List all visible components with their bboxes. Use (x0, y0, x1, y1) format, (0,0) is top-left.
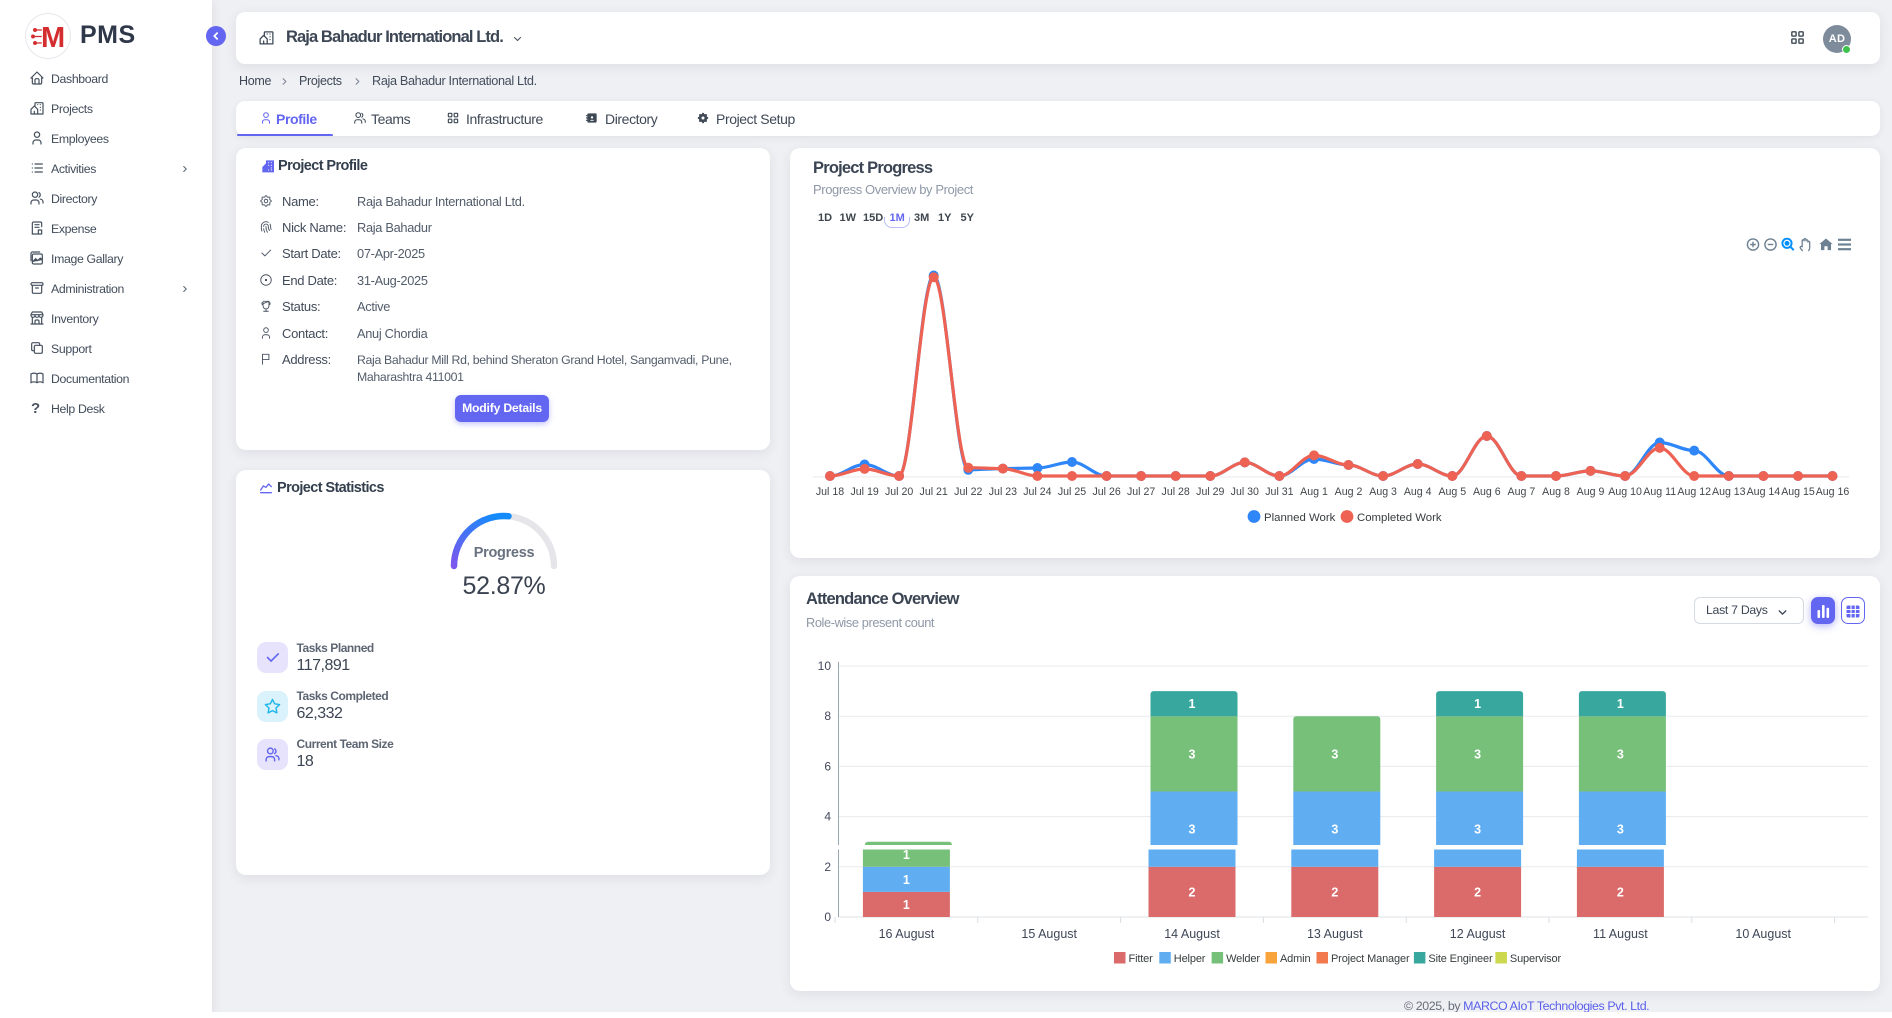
svg-text:Helper: Helper (1174, 953, 1206, 965)
svg-text:3: 3 (1474, 823, 1481, 837)
svg-text:Jul 29: Jul 29 (1196, 486, 1224, 498)
svg-text:3: 3 (1189, 747, 1196, 761)
svg-text:Aug 9: Aug 9 (1577, 486, 1605, 498)
svg-text:Jul 28: Jul 28 (1162, 486, 1190, 498)
svg-text:1: 1 (903, 898, 910, 912)
svg-text:3: 3 (1474, 747, 1481, 761)
svg-text:16 August: 16 August (879, 927, 935, 941)
svg-text:Jul 21: Jul 21 (920, 486, 948, 498)
svg-text:Aug 3: Aug 3 (1369, 486, 1397, 498)
svg-text:1: 1 (903, 873, 910, 887)
svg-text:2: 2 (1331, 885, 1338, 899)
svg-text:Aug 4: Aug 4 (1404, 486, 1432, 498)
svg-text:14 August: 14 August (1164, 927, 1220, 941)
svg-text:Aug 11: Aug 11 (1643, 486, 1676, 498)
svg-text:Welder: Welder (1226, 953, 1260, 965)
svg-text:Jul 24: Jul 24 (1023, 486, 1051, 498)
svg-text:Jul 23: Jul 23 (989, 486, 1017, 498)
svg-text:Aug 6: Aug 6 (1473, 486, 1501, 498)
svg-text:8: 8 (824, 709, 831, 723)
svg-text:Site Engineer: Site Engineer (1428, 953, 1493, 965)
svg-text:Jul 26: Jul 26 (1092, 486, 1120, 498)
svg-text:Aug 8: Aug 8 (1542, 486, 1570, 498)
svg-text:Jul 25: Jul 25 (1058, 486, 1086, 498)
svg-text:13 August: 13 August (1307, 927, 1363, 941)
svg-text:2: 2 (1189, 885, 1196, 899)
svg-text:11 August: 11 August (1593, 927, 1648, 941)
svg-text:1: 1 (903, 848, 910, 862)
svg-text:6: 6 (824, 759, 831, 773)
svg-text:Aug 5: Aug 5 (1438, 486, 1466, 498)
svg-text:Aug 15: Aug 15 (1781, 486, 1815, 498)
svg-text:Jul 18: Jul 18 (816, 486, 844, 498)
svg-text:Jul 30: Jul 30 (1231, 486, 1259, 498)
svg-text:4: 4 (824, 810, 831, 824)
svg-text:Project Manager: Project Manager (1331, 953, 1410, 965)
svg-text:1: 1 (1474, 697, 1481, 711)
svg-text:3: 3 (1617, 823, 1624, 837)
svg-text:Aug 1: Aug 1 (1300, 486, 1328, 498)
svg-text:Jul 20: Jul 20 (885, 486, 913, 498)
svg-text:3: 3 (1617, 747, 1624, 761)
svg-text:Jul 31: Jul 31 (1265, 486, 1293, 498)
svg-text:Admin: Admin (1280, 953, 1310, 965)
svg-text:Aug 12: Aug 12 (1677, 486, 1711, 498)
svg-text:1: 1 (1189, 697, 1196, 711)
svg-text:Jul 22: Jul 22 (954, 486, 982, 498)
svg-text:10: 10 (818, 659, 832, 673)
svg-text:Planned Work: Planned Work (1264, 512, 1336, 524)
svg-text:10 August: 10 August (1735, 927, 1791, 941)
svg-text:3: 3 (1331, 747, 1338, 761)
svg-text:2: 2 (1617, 885, 1624, 899)
svg-text:1: 1 (1617, 697, 1624, 711)
svg-text:0: 0 (824, 910, 831, 924)
svg-text:12 August: 12 August (1450, 927, 1506, 941)
svg-text:2: 2 (1474, 885, 1481, 899)
svg-text:M: M (41, 22, 65, 54)
svg-text:Supervisor: Supervisor (1510, 953, 1562, 965)
svg-text:3: 3 (1189, 823, 1196, 837)
svg-text:15 August: 15 August (1021, 927, 1077, 941)
svg-text:3: 3 (1331, 823, 1338, 837)
svg-text:Aug 13: Aug 13 (1712, 486, 1746, 498)
svg-text:Aug 10: Aug 10 (1608, 486, 1642, 498)
svg-text:Aug 2: Aug 2 (1335, 486, 1363, 498)
svg-text:Completed Work: Completed Work (1357, 512, 1442, 524)
svg-text:Aug 16: Aug 16 (1816, 486, 1850, 498)
svg-text:Jul 19: Jul 19 (850, 486, 878, 498)
svg-text:Aug 7: Aug 7 (1508, 486, 1536, 498)
svg-text:2: 2 (824, 860, 831, 874)
svg-text:Fitter: Fitter (1129, 953, 1154, 965)
svg-text:Jul 27: Jul 27 (1127, 486, 1155, 498)
svg-text:Aug 14: Aug 14 (1747, 486, 1781, 498)
